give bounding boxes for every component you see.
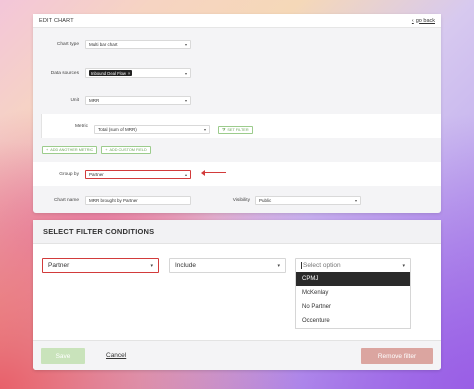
group-by-row: Group by Partner ▴ bbox=[33, 162, 441, 186]
filter-title: SELECT FILTER CONDITIONS bbox=[33, 220, 441, 244]
filter-footer: Save Cancel Remove filter bbox=[33, 340, 441, 370]
dropdown-option[interactable]: CPMJ bbox=[296, 272, 410, 286]
dropdown-option[interactable]: No Partner bbox=[296, 300, 410, 314]
chart-name-value: MRR brought by Partner bbox=[89, 197, 138, 203]
chart-type-label: Chart type bbox=[56, 41, 79, 47]
add-custom-field-label: ADD CUSTOM FIELD bbox=[109, 148, 147, 152]
filter-operator-select[interactable]: Include ▾ bbox=[169, 258, 286, 273]
dropdown-option[interactable]: McKenlay bbox=[296, 286, 410, 300]
unit-row: Unit MRR ▾ bbox=[33, 89, 441, 111]
filter-operator-value: Include bbox=[175, 262, 196, 269]
go-back-label: go back bbox=[415, 17, 435, 24]
remove-filter-button[interactable]: Remove filter bbox=[361, 348, 433, 364]
metric-row: Metric Total (sum of MRR) ▾ ⧩ SET FILTER bbox=[41, 114, 441, 138]
chart-type-value: Multi bar chart bbox=[89, 41, 118, 47]
metric-label: Metric bbox=[74, 123, 88, 129]
chart-type-row: Chart type Multi bar chart ▾ bbox=[33, 34, 441, 54]
filter-value-select[interactable]: Select option ▾ bbox=[295, 258, 411, 273]
dropdown-option[interactable]: Occenture bbox=[296, 314, 410, 328]
edit-chart-panel: EDIT CHART ‹ go back Chart type Multi ba… bbox=[33, 14, 441, 213]
chevron-down-icon: ▾ bbox=[203, 127, 206, 132]
chevron-down-icon: ▴ bbox=[184, 171, 187, 177]
plus-icon: + bbox=[105, 148, 108, 152]
go-back-link[interactable]: ‹ go back bbox=[412, 18, 435, 24]
chevron-down-icon: ▾ bbox=[354, 197, 357, 203]
add-buttons-row: + ADD ANOTHER METRIC + ADD CUSTOM FIELD bbox=[33, 145, 441, 155]
visibility-select[interactable]: Public ▾ bbox=[255, 195, 361, 205]
edit-chart-header: EDIT CHART ‹ go back bbox=[33, 14, 441, 28]
add-another-metric-button[interactable]: + ADD ANOTHER METRIC bbox=[42, 146, 98, 154]
group-by-value: Partner bbox=[89, 171, 104, 177]
data-sources-label: Data sources bbox=[50, 70, 79, 76]
add-another-metric-label: ADD ANOTHER METRIC bbox=[50, 148, 94, 152]
group-by-select[interactable]: Partner ▴ bbox=[85, 169, 191, 179]
edit-chart-title: EDIT CHART bbox=[39, 17, 74, 24]
metric-select[interactable]: Total (sum of MRR) ▾ bbox=[94, 125, 210, 134]
set-filter-button[interactable]: ⧩ SET FILTER bbox=[218, 125, 253, 134]
chevron-down-icon: ▾ bbox=[150, 262, 153, 269]
filter-value-placeholder: Select option bbox=[301, 262, 341, 269]
chart-name-label: Chart name bbox=[53, 197, 79, 203]
red-arrow-annotation bbox=[201, 168, 226, 178]
chevron-down-icon: ▾ bbox=[184, 41, 187, 47]
add-custom-field-button[interactable]: + ADD CUSTOM FIELD bbox=[101, 146, 151, 154]
group-by-label: Group by bbox=[59, 171, 79, 177]
filter-field-value: Partner bbox=[48, 262, 70, 269]
plus-icon: + bbox=[46, 148, 49, 152]
visibility-label: Visibility bbox=[232, 197, 250, 203]
unit-label: Unit bbox=[70, 97, 79, 103]
filter-field-select[interactable]: Partner ▾ bbox=[42, 258, 159, 273]
unit-value: MRR bbox=[89, 97, 100, 103]
data-source-tag-label: Inbound Deal Flow bbox=[91, 70, 126, 76]
visibility-value: Public bbox=[259, 197, 272, 203]
filter-icon: ⧩ bbox=[222, 127, 226, 132]
chart-name-row: Chart name MRR brought by Partner Visibi… bbox=[33, 191, 441, 209]
metric-value: Total (sum of MRR) bbox=[98, 127, 137, 132]
filter-value-dropdown: CPMJ McKenlay No Partner Occenture bbox=[295, 272, 411, 329]
chevron-down-icon: ▾ bbox=[277, 262, 280, 269]
chevron-left-icon: ‹ bbox=[411, 17, 414, 24]
chevron-down-icon: ▾ bbox=[402, 262, 405, 269]
chevron-down-icon: ▾ bbox=[184, 70, 187, 76]
unit-select[interactable]: MRR ▾ bbox=[85, 95, 191, 105]
data-sources-row: Data sources Inbound Deal Flow × ▾ bbox=[33, 62, 441, 84]
save-button[interactable]: Save bbox=[41, 348, 85, 364]
set-filter-label: SET FILTER bbox=[227, 127, 249, 132]
data-sources-select[interactable]: Inbound Deal Flow × ▾ bbox=[85, 68, 191, 78]
close-icon[interactable]: × bbox=[128, 71, 130, 76]
cancel-button[interactable]: Cancel bbox=[106, 352, 126, 359]
chart-type-select[interactable]: Multi bar chart ▾ bbox=[85, 39, 191, 49]
chevron-down-icon: ▾ bbox=[184, 97, 187, 103]
data-source-tag[interactable]: Inbound Deal Flow × bbox=[89, 70, 133, 76]
chart-name-input[interactable]: MRR brought by Partner bbox=[85, 195, 191, 205]
